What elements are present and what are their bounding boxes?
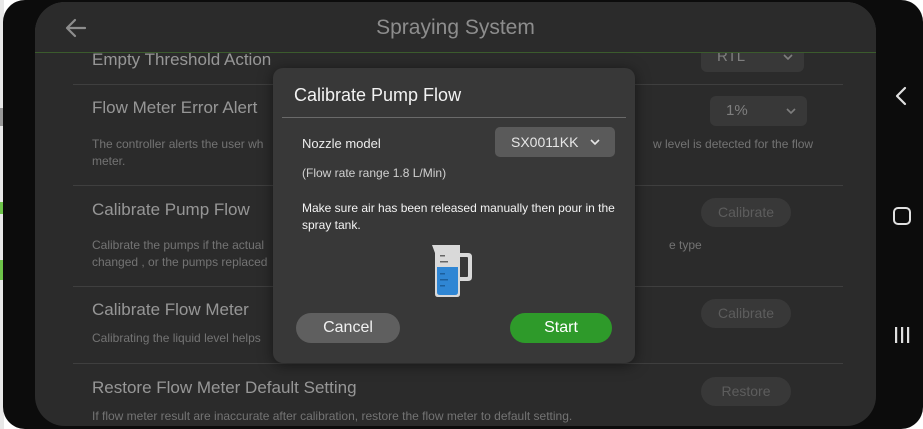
nav-home-icon [893, 207, 911, 225]
calibration-instruction: Make sure air has been released manually… [302, 201, 615, 232]
nozzle-model-value: SX0011KK [511, 134, 579, 150]
measuring-jug-icon [428, 243, 480, 299]
nav-recents-button[interactable] [889, 322, 915, 348]
nav-back-icon [895, 86, 907, 106]
cancel-button[interactable]: Cancel [296, 313, 400, 343]
dialog-title: Calibrate Pump Flow [294, 85, 462, 105]
flow-rate-range: (Flow rate range 1.8 L/Min) [302, 166, 447, 180]
start-button[interactable]: Start [510, 313, 612, 343]
nav-recents-icon [895, 327, 910, 343]
chevron-down-icon [590, 139, 600, 146]
nozzle-model-select[interactable]: SX0011KK [495, 127, 615, 157]
nav-home-button[interactable] [889, 203, 915, 229]
system-nav-bar [879, 0, 923, 429]
dialog-divider [282, 117, 626, 118]
app-screen: Spraying System Empty Threshold Action R… [35, 2, 876, 426]
device-frame: Spraying System Empty Threshold Action R… [3, 0, 923, 429]
nav-back-button[interactable] [889, 83, 915, 109]
calibrate-pump-flow-dialog: Calibrate Pump Flow Nozzle model SX0011K… [273, 68, 635, 363]
nozzle-model-label: Nozzle model [302, 136, 381, 151]
